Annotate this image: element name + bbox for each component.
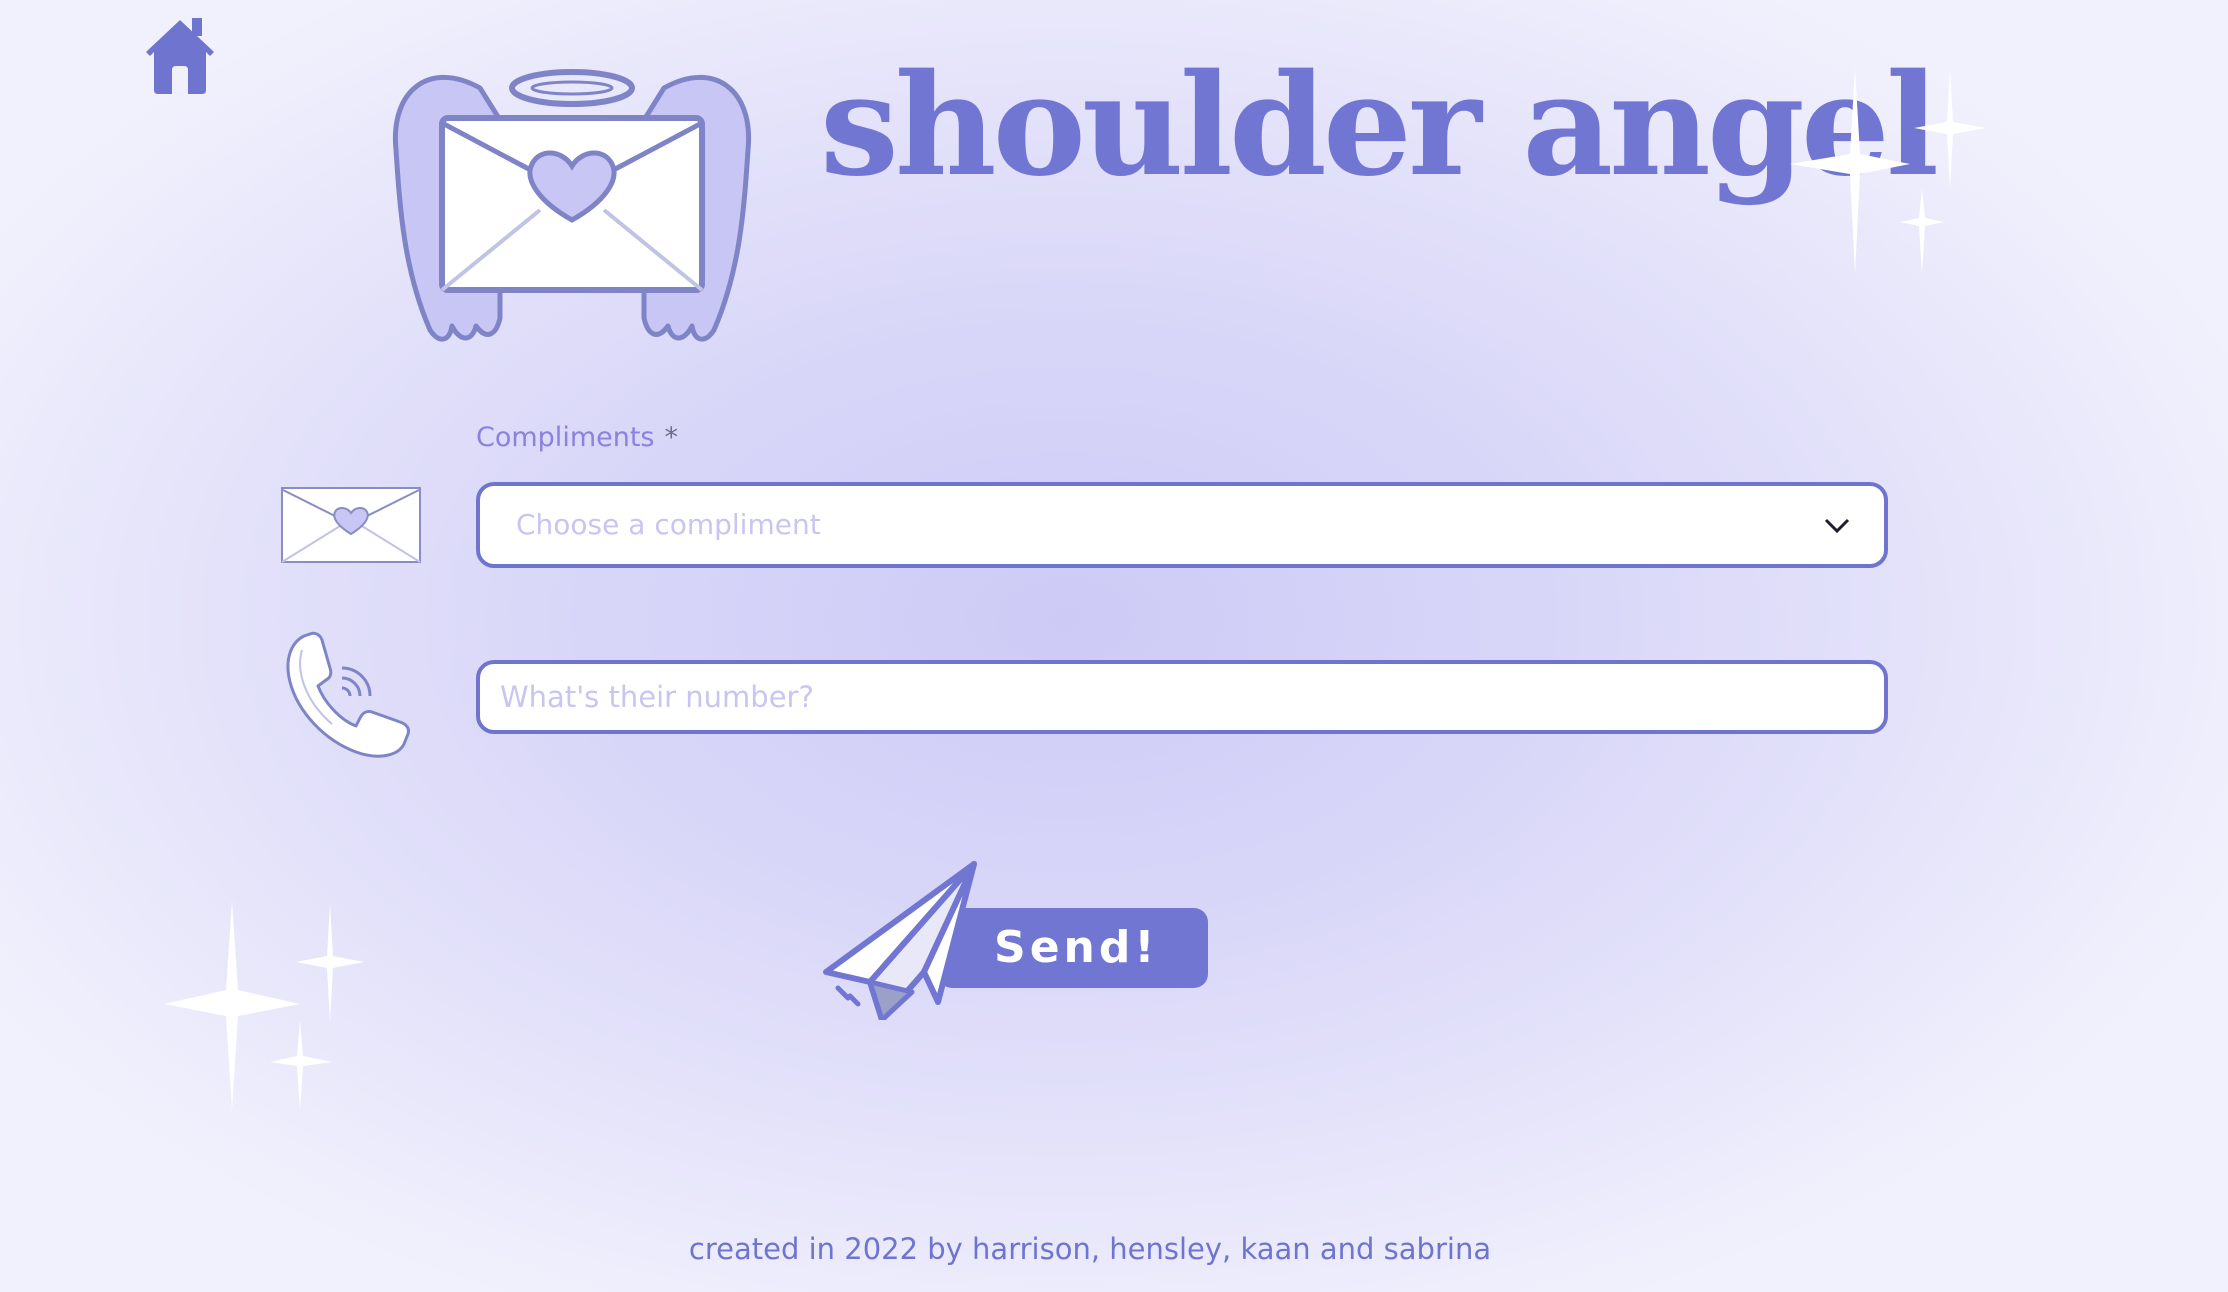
compliments-label-text: Compliments [476,422,655,453]
sparkle-icon [164,900,364,1110]
angel-envelope-logo [392,69,752,342]
send-button-label: Send! [994,922,1159,973]
page-title: shoulder angel [820,44,1939,208]
paper-plane-icon [823,861,977,1020]
sparkle-icon [1790,68,1986,274]
phone-number-input[interactable] [476,660,1888,734]
compliment-select-placeholder: Choose a compliment [516,508,821,541]
compliment-select[interactable]: Choose a compliment [476,482,1888,568]
chevron-down-icon [1824,518,1850,534]
compliments-label: Compliments * [476,422,678,453]
required-marker: * [664,422,679,453]
footer-credits: created in 2022 by harrison, hensley, ka… [688,1232,1492,1266]
envelope-icon [281,487,421,563]
phone-icon [286,631,410,758]
home-icon[interactable] [142,14,218,96]
